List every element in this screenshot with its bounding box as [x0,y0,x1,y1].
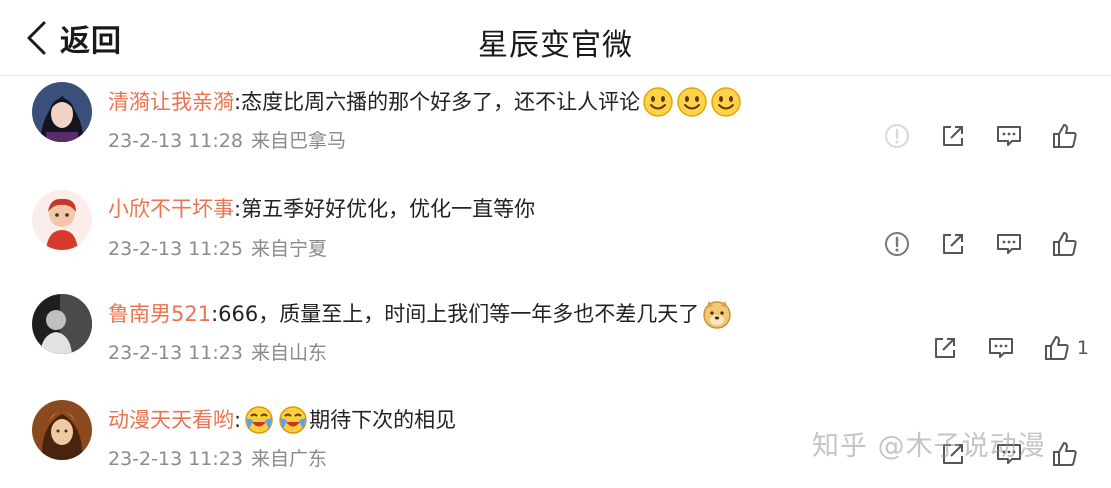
comment-source: 来自巴拿马 [250,130,346,152]
avatar[interactable] [32,82,92,142]
comment-body: 第五季好好优化，优化一直等你 [241,197,536,221]
like-button[interactable] [1043,334,1071,362]
comment-username[interactable]: 鲁南男521 [108,299,211,329]
comment-meta: 23-2-13 11:23 来自山东 [108,338,327,365]
comment-text-line: 清漪让我亲漪: 态度比周六播的那个好多了，还不让人评论 [108,86,742,118]
share-button[interactable] [939,122,967,150]
share-icon [943,234,963,254]
smile-emoji-icon [642,86,674,118]
comment-time: 23-2-13 11:25 [108,238,243,260]
reply-button[interactable] [987,334,1015,362]
comment-item: 鲁南男521:666，质量至上，时间上我们等一年多也不差几天了 23-2-13 … [0,294,1111,402]
like-button[interactable] [1051,230,1079,258]
reply-button[interactable] [995,122,1023,150]
comment-separator: : [234,408,242,432]
report-icon [885,232,909,256]
thumbs-up-icon [1053,124,1077,148]
reply-button[interactable] [995,230,1023,258]
smile-emoji-icon [710,86,742,118]
comment-separator: : [234,197,242,221]
report-button[interactable] [883,230,911,258]
comment-time: 23-2-13 11:23 [108,448,243,470]
share-button[interactable] [939,230,967,258]
doge-emoji-icon [701,298,733,330]
comment-username[interactable]: 动漫天天看哟 [108,405,234,435]
crying-laugh-emoji-icon [277,404,309,436]
share-button[interactable] [931,334,959,362]
comment-item: 小欣不干坏事: 第五季好好优化，优化一直等你 23-2-13 11:25 来自宁夏 [0,190,1111,298]
comment-separator: : [234,90,242,114]
like-button[interactable] [1051,440,1079,468]
comment-time: 23-2-13 11:23 [108,342,243,364]
thumbs-up-icon [1053,442,1077,466]
comment-source: 来自宁夏 [250,238,327,260]
nav-header: 返回 星辰变官微 [0,0,1111,76]
comment-icon [988,338,1013,358]
share-icon [934,338,955,358]
like-button[interactable] [1051,122,1079,150]
comment-source: 来自山东 [250,342,327,364]
comment-item: 清漪让我亲漪: 态度比周六播的那个好多了，还不让人评论 23-2-13 11:28… [0,82,1111,190]
page-title: 星辰变官微 [478,28,633,63]
comment-body: 态度比周六播的那个好多了，还不让人评论 [241,90,641,114]
thumbs-up-icon [1044,336,1069,360]
comment-actions [855,122,1079,150]
comment-username[interactable]: 清漪让我亲漪 [108,87,234,117]
comment-source: 来自广东 [250,448,327,470]
crying-laugh-emoji-icon [243,404,275,436]
report-button[interactable] [883,122,911,150]
comment-actions [855,230,1079,258]
comment-meta: 23-2-13 11:28 来自巴拿马 [108,126,346,153]
report-icon [885,124,909,148]
comment-time: 23-2-13 11:28 [108,130,243,152]
comment-body: 期待下次的相见 [309,408,457,432]
thumbs-up-icon [1053,232,1077,256]
avatar[interactable] [32,190,92,250]
comment-actions: 1 [903,334,1089,362]
comment-text-line: 动漫天天看哟: 期待下次的相见 [108,404,456,436]
comment-username[interactable]: 小欣不干坏事 [108,194,234,224]
like-count: 1 [1076,337,1089,359]
avatar[interactable] [32,294,92,354]
comment-separator: : [211,302,219,326]
comment-meta: 23-2-13 11:23 来自广东 [108,444,327,471]
comment-text-line: 小欣不干坏事: 第五季好好优化，优化一直等你 [108,194,535,224]
smile-emoji-icon [676,86,708,118]
avatar[interactable] [32,400,92,460]
comment-icon [997,126,1021,146]
watermark: 知乎 @木子说动漫 [812,431,1046,462]
share-icon [943,126,963,146]
comment-icon [997,234,1021,254]
comment-text-line: 鲁南男521:666，质量至上，时间上我们等一年多也不差几天了 [108,298,733,330]
comment-body: 666，质量至上，时间上我们等一年多也不差几天了 [218,302,700,326]
comment-meta: 23-2-13 11:25 来自宁夏 [108,234,327,261]
